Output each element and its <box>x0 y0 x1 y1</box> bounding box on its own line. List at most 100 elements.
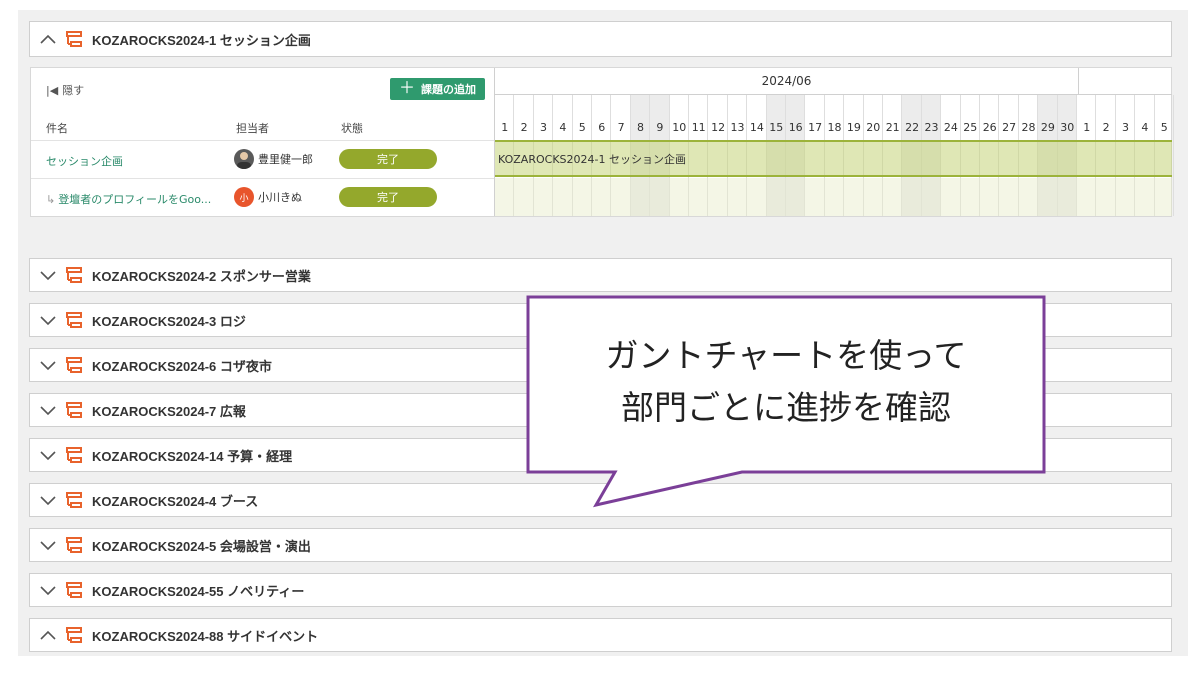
day-number: 10 <box>672 121 687 134</box>
month-header: 2024/06 <box>495 68 1079 95</box>
project-icon <box>66 402 88 418</box>
project-icon <box>66 312 88 328</box>
day-number: 28 <box>1021 121 1036 134</box>
add-issue-button[interactable]: ＋ 課題の追加 <box>390 78 485 100</box>
hide-panel-link[interactable]: |◀ 隠す <box>46 82 84 98</box>
day-number: 6 <box>598 121 606 134</box>
day-number: 1 <box>501 121 509 134</box>
gantt-bar-label: KOZAROCKS2024-1 セッション企画 <box>498 153 686 166</box>
gantt-timeline: 2024/06 KOZAROCKS2024-1 セッション企画 12345678… <box>494 68 1174 216</box>
avatar: 小 <box>234 187 254 207</box>
subtask-title: 登壇者のプロフィールをGoo... <box>58 193 212 206</box>
group-header-session[interactable]: KOZAROCKS2024-1 セッション企画 <box>29 21 1172 57</box>
project-icon <box>66 357 88 373</box>
callout-line-1: ガントチャートを使って <box>605 336 967 375</box>
group-title: KOZAROCKS2024-5 会場設営・演出 <box>92 538 311 554</box>
chevron-up-icon[interactable] <box>30 22 66 56</box>
callout-text: ガントチャートを使って 部門ごとに進捗を確認 <box>528 330 1044 434</box>
chevron-up-icon[interactable] <box>30 619 66 651</box>
column-header-status: 状態 <box>341 122 363 135</box>
day-number: 5 <box>578 121 586 134</box>
group-title: KOZAROCKS2024-55 ノベリティー <box>92 583 305 599</box>
project-icon <box>66 447 88 463</box>
column-header-assignee: 担当者 <box>236 122 269 135</box>
chevron-down-icon[interactable] <box>30 349 66 381</box>
hide-label: 隠す <box>62 84 85 97</box>
project-icon <box>66 267 88 283</box>
assignee: 豊里健一郎 <box>234 149 313 169</box>
month-header-next <box>1079 68 1172 95</box>
day-number: 14 <box>749 121 764 134</box>
callout-line-2: 部門ごとに進捗を確認 <box>621 388 951 427</box>
project-icon <box>66 31 88 47</box>
project-icon <box>66 627 88 643</box>
day-number: 29 <box>1040 121 1055 134</box>
status-badge: 完了 <box>339 149 437 169</box>
gantt-panel: |◀ 隠す ＋ 課題の追加 件名 担当者 状態 セッション企画 豊里健一郎 完了… <box>30 67 1174 217</box>
task-link[interactable]: セッション企画 <box>46 153 123 169</box>
collapse-left-icon: |◀ <box>46 83 59 97</box>
day-number: 11 <box>691 121 706 134</box>
plus-icon: ＋ <box>398 80 415 97</box>
group-title: KOZAROCKS2024-3 ロジ <box>92 313 246 329</box>
chevron-down-icon[interactable] <box>30 259 66 291</box>
day-number: 3 <box>1121 121 1129 134</box>
project-icon <box>66 492 88 508</box>
group-title: KOZAROCKS2024-1 セッション企画 <box>92 32 311 48</box>
group-title: KOZAROCKS2024-7 広報 <box>92 403 246 419</box>
day-number: 26 <box>982 121 997 134</box>
day-number: 23 <box>924 121 939 134</box>
day-number: 3 <box>539 121 547 134</box>
gantt-task-list: |◀ 隠す ＋ 課題の追加 件名 担当者 状態 セッション企画 豊里健一郎 完了… <box>31 68 494 216</box>
task-row[interactable]: ↳ 登壇者のプロフィールをGoo... 小 小川きぬ 完了 <box>31 178 494 216</box>
day-number: 15 <box>769 121 784 134</box>
chevron-down-icon[interactable] <box>30 439 66 471</box>
column-header-task: 件名 <box>46 122 68 135</box>
day-number: 24 <box>943 121 958 134</box>
day-number: 9 <box>656 121 664 134</box>
day-number: 27 <box>1002 121 1017 134</box>
group-header-booth[interactable]: KOZAROCKS2024-4 ブース <box>29 483 1172 517</box>
group-header-venue[interactable]: KOZAROCKS2024-5 会場設営・演出 <box>29 528 1172 562</box>
assignee-name: 小川きぬ <box>258 191 302 204</box>
group-title: KOZAROCKS2024-6 コザ夜市 <box>92 358 272 374</box>
day-number: 17 <box>808 121 823 134</box>
group-header-budget[interactable]: KOZAROCKS2024-14 予算・経理 <box>29 438 1172 472</box>
chevron-down-icon[interactable] <box>30 304 66 336</box>
day-number: 4 <box>559 121 567 134</box>
group-title: KOZAROCKS2024-4 ブース <box>92 493 259 509</box>
chevron-down-icon[interactable] <box>30 529 66 561</box>
day-number: 1 <box>1083 121 1091 134</box>
day-number: 30 <box>1060 121 1075 134</box>
task-row[interactable]: セッション企画 豊里健一郎 完了 <box>31 140 494 178</box>
chevron-down-icon[interactable] <box>30 574 66 606</box>
project-icon <box>66 537 88 553</box>
avatar <box>234 149 254 169</box>
group-header-sponsor[interactable]: KOZAROCKS2024-2 スポンサー営業 <box>29 258 1172 292</box>
group-title: KOZAROCKS2024-2 スポンサー営業 <box>92 268 311 284</box>
day-number: 2 <box>1102 121 1110 134</box>
group-header-side-event[interactable]: KOZAROCKS2024-88 サイドイベント <box>29 618 1172 652</box>
day-number: 25 <box>963 121 978 134</box>
subtask-arrow-icon: ↳ <box>46 193 56 206</box>
assignee-name: 豊里健一郎 <box>258 153 313 166</box>
assignee: 小 小川きぬ <box>234 187 302 207</box>
day-number: 7 <box>617 121 625 134</box>
add-issue-label: 課題の追加 <box>421 84 476 96</box>
subtask-link[interactable]: ↳ 登壇者のプロフィールをGoo... <box>46 191 211 207</box>
chevron-down-icon[interactable] <box>30 484 66 516</box>
chevron-down-icon[interactable] <box>30 394 66 426</box>
day-number: 19 <box>846 121 861 134</box>
group-header-novelty[interactable]: KOZAROCKS2024-55 ノベリティー <box>29 573 1172 607</box>
status-badge: 完了 <box>339 187 437 207</box>
day-number: 13 <box>730 121 745 134</box>
timeline-row-bg <box>495 178 1172 216</box>
group-title: KOZAROCKS2024-14 予算・経理 <box>92 448 293 464</box>
day-number: 20 <box>866 121 881 134</box>
day-number: 18 <box>827 121 842 134</box>
day-number: 16 <box>788 121 803 134</box>
day-number: 8 <box>636 121 644 134</box>
day-number: 21 <box>885 121 900 134</box>
day-number: 4 <box>1141 121 1149 134</box>
project-icon <box>66 582 88 598</box>
